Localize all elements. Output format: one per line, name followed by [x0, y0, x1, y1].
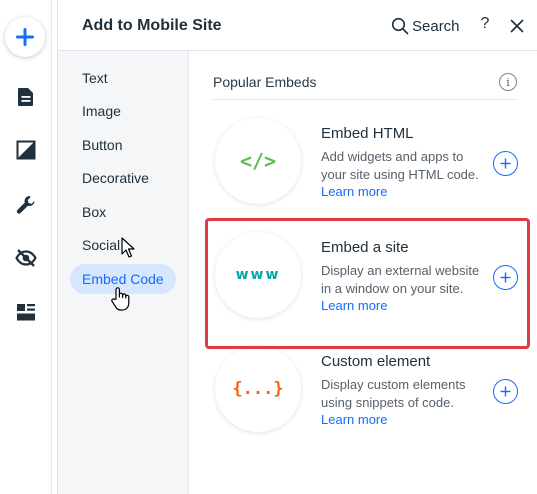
hidden-eye-icon: [15, 249, 37, 267]
plus-icon: [500, 272, 511, 283]
category-text[interactable]: Text: [70, 63, 120, 93]
embed-site-thumbnail: www: [215, 232, 301, 318]
search-button[interactable]: Search: [391, 15, 460, 37]
embed-html-thumbnail: </>: [215, 118, 301, 204]
code-brackets-icon: </>: [239, 149, 277, 173]
add-embed-html-button[interactable]: [493, 151, 518, 176]
embed-site-description: Display an external website in a window …: [321, 262, 481, 315]
custom-element-title: Custom element: [321, 353, 431, 370]
hidden-elements-button[interactable]: [14, 246, 38, 270]
section-divider: [213, 99, 517, 100]
pages-button[interactable]: [14, 85, 38, 109]
wrench-icon: [16, 196, 35, 214]
www-icon: www: [235, 267, 281, 283]
embed-html-item[interactable]: </> Embed HTML Add widgets and apps to y…: [213, 118, 523, 228]
help-button[interactable]: ?: [476, 15, 494, 37]
custom-element-description-text: Display custom elements using snippets o…: [321, 377, 466, 410]
category-list: Text Image Button Decorative Box Social …: [58, 51, 189, 494]
category-button[interactable]: Button: [70, 130, 134, 160]
custom-element-thumbnail: {...}: [215, 346, 301, 432]
plus-icon: [16, 28, 34, 46]
plus-icon: [500, 158, 511, 169]
close-button[interactable]: [508, 17, 526, 35]
background-button[interactable]: [14, 138, 38, 162]
category-social[interactable]: Social: [70, 230, 132, 260]
section-title: Popular Embeds: [213, 74, 317, 90]
embed-site-item[interactable]: www Embed a site Display an external web…: [213, 232, 523, 342]
custom-element-item[interactable]: {...} Custom element Display custom elem…: [213, 346, 523, 456]
embed-site-learn-more-link[interactable]: Learn more: [321, 298, 387, 313]
close-icon: [510, 19, 524, 33]
panel-title: Add to Mobile Site: [82, 17, 222, 34]
search-icon: [391, 17, 409, 35]
category-decorative[interactable]: Decorative: [70, 163, 161, 193]
embed-site-title: Embed a site: [321, 239, 409, 256]
add-elements-button[interactable]: [5, 17, 45, 57]
embed-html-title: Embed HTML: [321, 125, 414, 142]
embed-html-description: Add widgets and apps to your site using …: [321, 148, 481, 201]
search-label: Search: [412, 17, 460, 35]
layout-button[interactable]: [14, 300, 38, 324]
tools-button[interactable]: [14, 193, 38, 217]
background-icon: [16, 140, 36, 160]
category-embed-code[interactable]: Embed Code: [70, 264, 176, 294]
page-icon: [18, 88, 33, 106]
curly-braces-icon: {...}: [232, 379, 284, 399]
add-custom-element-button[interactable]: [493, 379, 518, 404]
info-icon[interactable]: i: [499, 73, 517, 91]
layout-blocks-icon: [17, 304, 35, 321]
embed-html-learn-more-link[interactable]: Learn more: [321, 184, 387, 199]
left-toolbar: [0, 0, 52, 494]
add-embed-site-button[interactable]: [493, 265, 518, 290]
category-image[interactable]: Image: [70, 96, 133, 126]
embed-site-description-text: Display an external website in a window …: [321, 263, 480, 296]
panel-header: Add to Mobile Site Search ?: [58, 0, 537, 51]
plus-icon: [500, 386, 511, 397]
custom-element-description: Display custom elements using snippets o…: [321, 376, 481, 429]
add-panel: Add to Mobile Site Search ? Text Image B…: [57, 0, 537, 494]
embed-html-description-text: Add widgets and apps to your site using …: [321, 149, 479, 182]
category-box[interactable]: Box: [70, 197, 118, 227]
custom-element-learn-more-link[interactable]: Learn more: [321, 412, 387, 427]
